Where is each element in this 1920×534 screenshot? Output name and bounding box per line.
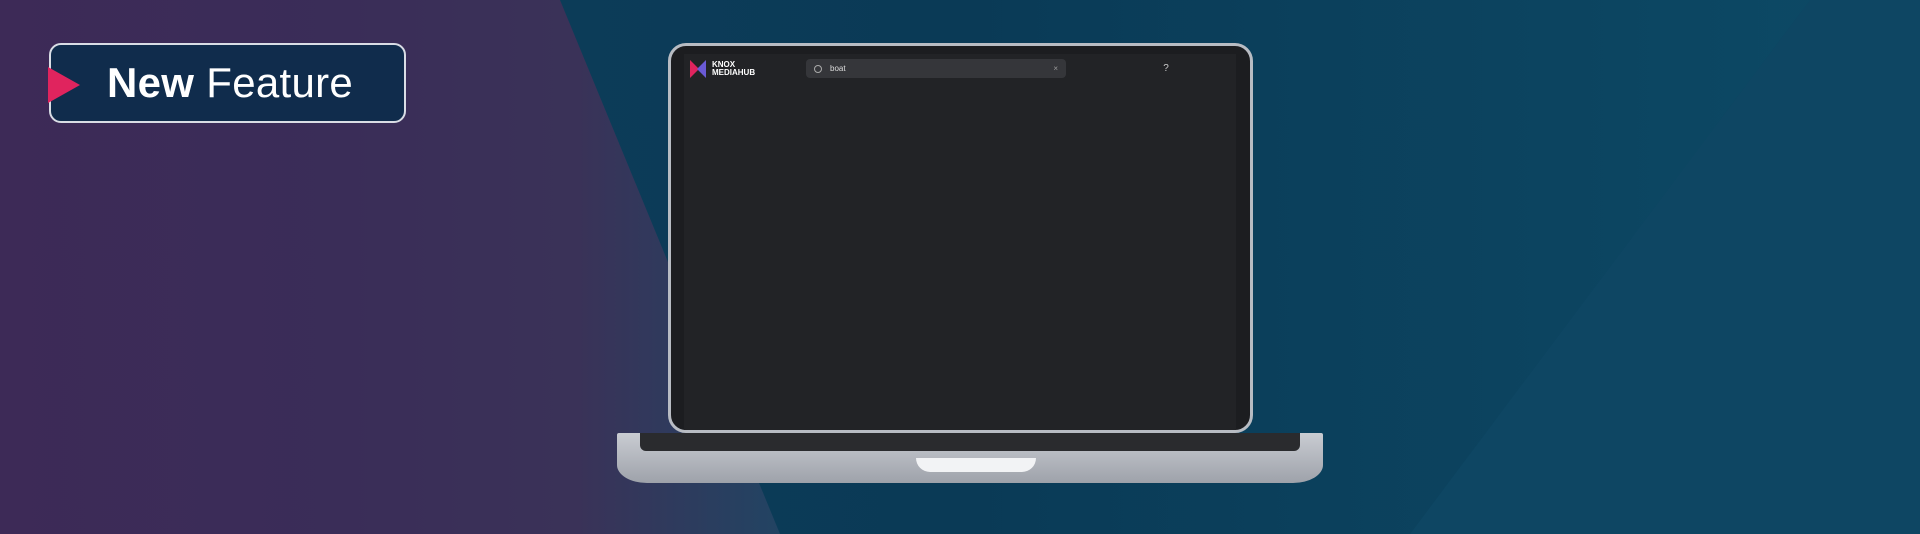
laptop-notch (916, 458, 1036, 472)
logo-mark-icon (690, 60, 708, 78)
app-header: KNOX MEDIAHUB boat × ? (684, 54, 1236, 84)
play-arrow-icon (48, 67, 80, 103)
clear-search-button[interactable]: × (1053, 64, 1058, 73)
search-icon (814, 64, 822, 73)
badge-rest-text: Feature (206, 59, 354, 106)
badge-bold-text: New (107, 59, 195, 106)
app-screen: KNOX MEDIAHUB boat × ? (684, 54, 1236, 430)
app-logo[interactable]: KNOX MEDIAHUB (690, 60, 755, 78)
help-icon[interactable]: ? (1160, 63, 1172, 75)
laptop-hinge (640, 433, 1300, 451)
new-feature-badge: New Feature (48, 43, 406, 123)
logo-line2: MEDIAHUB (712, 68, 756, 77)
search-value: boat (830, 64, 846, 73)
search-input[interactable]: boat × (806, 59, 1066, 78)
badge-text: New Feature (107, 59, 353, 107)
